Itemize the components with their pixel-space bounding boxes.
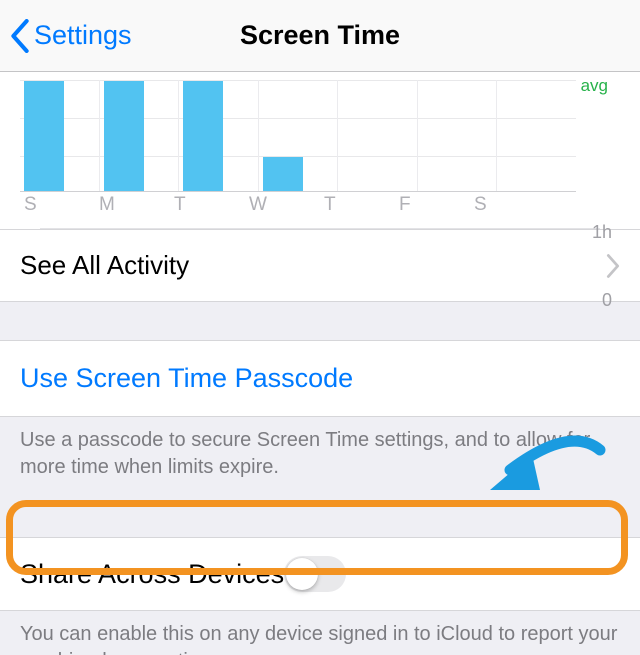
x-tick: T bbox=[320, 194, 395, 216]
chart-slot bbox=[258, 80, 338, 191]
chart-bar bbox=[183, 81, 223, 191]
chart-slot bbox=[99, 80, 179, 191]
usage-chart: avg 1h 0 SMTWTFS bbox=[0, 72, 640, 230]
chart-slot bbox=[337, 80, 417, 191]
y-tick-1h: 1h bbox=[592, 222, 612, 243]
chart-slot bbox=[496, 80, 576, 191]
nav-bar: Settings Screen Time bbox=[0, 0, 640, 72]
share-footer: You can enable this on any device signed… bbox=[0, 611, 640, 655]
chart-grid: avg bbox=[20, 80, 576, 192]
x-tick: T bbox=[170, 194, 245, 216]
use-passcode-label: Use Screen Time Passcode bbox=[20, 363, 353, 394]
chart-bar bbox=[263, 157, 303, 191]
chart-slot bbox=[417, 80, 497, 191]
see-all-activity[interactable]: See All Activity bbox=[0, 230, 640, 301]
x-tick: W bbox=[245, 194, 320, 216]
chart-bar bbox=[24, 81, 64, 191]
share-label: Share Across Devices bbox=[20, 559, 284, 590]
passcode-footer: Use a passcode to secure Screen Time set… bbox=[0, 417, 640, 499]
toggle-knob bbox=[286, 558, 318, 590]
chevron-right-icon bbox=[606, 254, 620, 278]
chart-bar bbox=[104, 81, 144, 191]
back-button[interactable]: Settings bbox=[0, 19, 132, 53]
chart-avg-label: avg bbox=[581, 76, 608, 96]
use-passcode[interactable]: Use Screen Time Passcode bbox=[0, 341, 640, 416]
x-tick: S bbox=[20, 194, 95, 216]
x-tick: M bbox=[95, 194, 170, 216]
x-tick: F bbox=[395, 194, 470, 216]
chevron-left-icon bbox=[10, 19, 30, 53]
chart-slot bbox=[178, 80, 258, 191]
chart-x-axis: SMTWTFS bbox=[20, 192, 620, 228]
y-tick-0: 0 bbox=[602, 290, 612, 311]
back-label: Settings bbox=[34, 20, 132, 51]
see-all-label: See All Activity bbox=[20, 250, 189, 281]
x-tick: S bbox=[470, 194, 545, 216]
share-toggle[interactable] bbox=[284, 556, 346, 592]
chart-slot bbox=[20, 80, 99, 191]
share-across-devices[interactable]: Share Across Devices bbox=[0, 537, 640, 611]
